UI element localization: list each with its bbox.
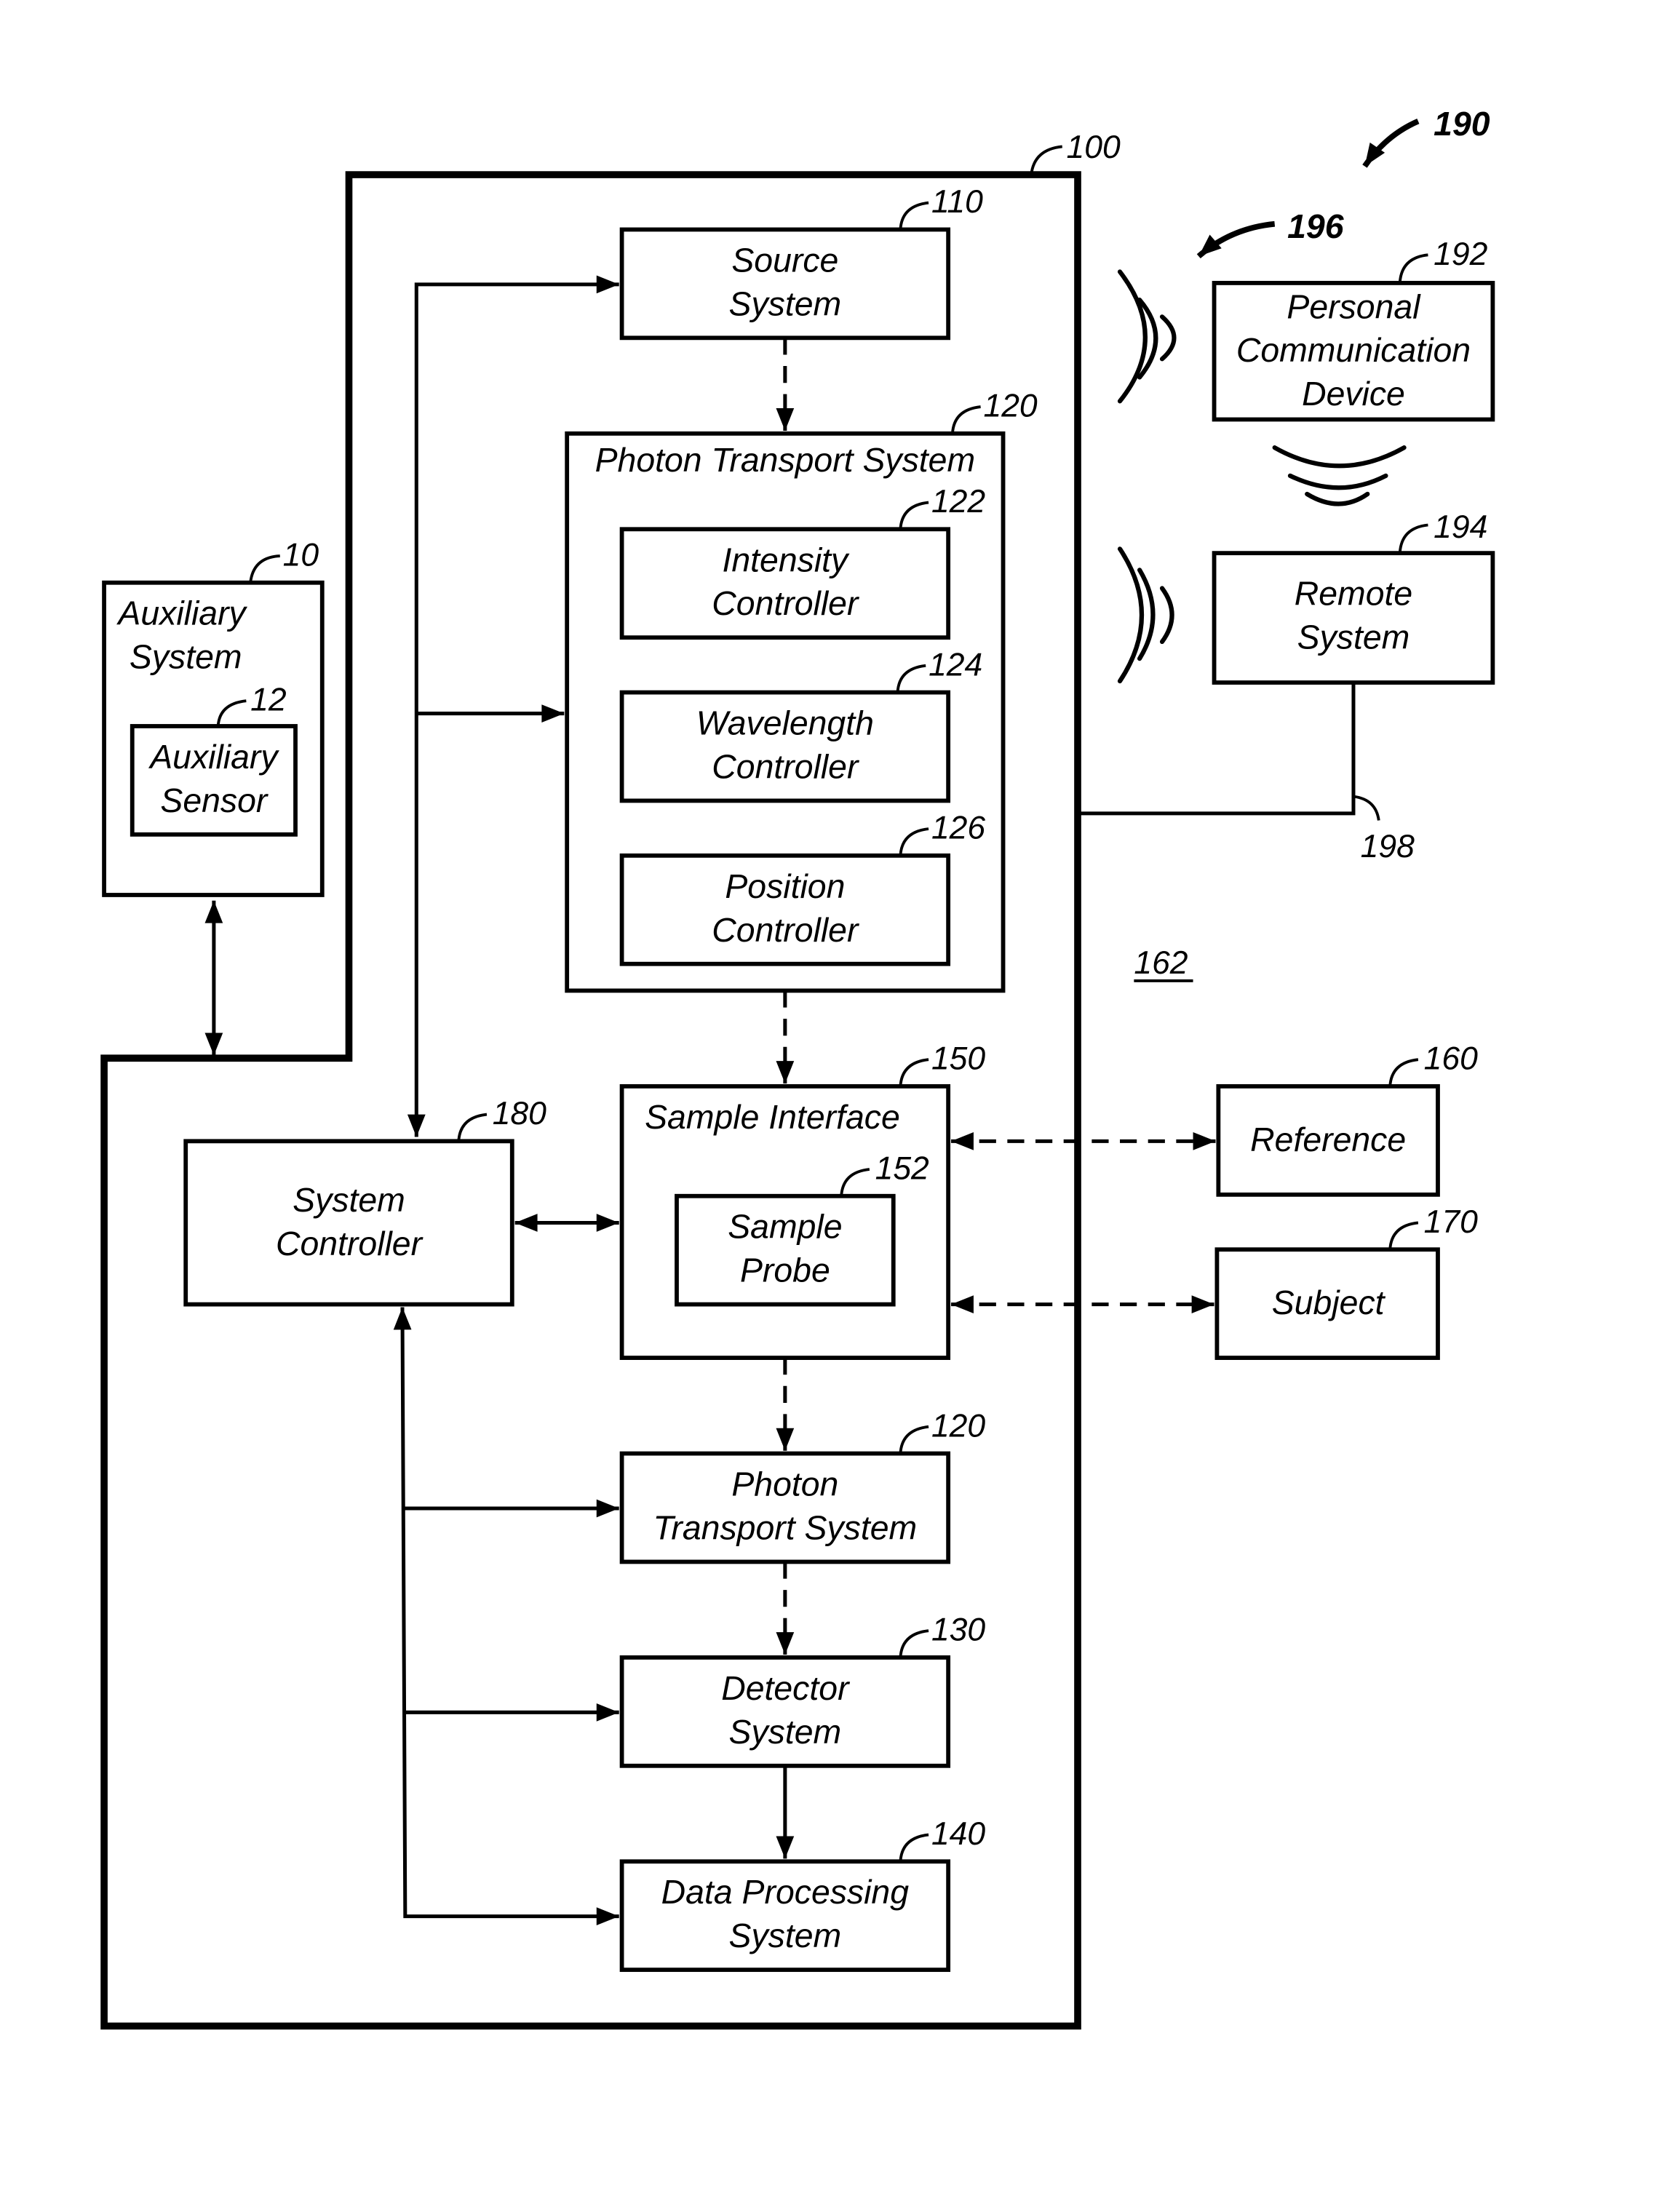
ref-124: 124	[929, 647, 982, 683]
personal-communication-device-label-3: Device	[1302, 375, 1405, 413]
data-processing-system-label: Data Processing	[661, 1873, 910, 1911]
intensity-controller-label-2: Controller	[712, 584, 860, 622]
ref-152: 152	[875, 1151, 929, 1187]
patent-figure: 100 Auxiliary System 10 Auxiliary Sensor…	[100, 105, 1495, 2030]
ref-196-arrow	[1196, 220, 1276, 259]
control-bus-lower	[393, 1307, 619, 1926]
source-system-label: Source	[731, 241, 838, 279]
position-controller-label-2: Controller	[712, 911, 860, 949]
remote-system-label: Remote	[1295, 575, 1412, 613]
ref-190: 190	[1434, 105, 1490, 143]
ref-162: 162	[1134, 945, 1188, 981]
photon-transport-lower-label-2: Transport System	[653, 1509, 918, 1547]
ref-126: 126	[931, 811, 985, 846]
ref-196: 196	[1287, 207, 1345, 245]
ref-198: 198	[1361, 829, 1415, 864]
source-system-label-2: System	[729, 285, 842, 322]
sample-probe-label: Sample	[728, 1208, 842, 1246]
system-controller-label-2: Controller	[276, 1225, 424, 1262]
ref-110: 110	[931, 184, 983, 220]
position-controller-label: Position	[725, 867, 845, 905]
reference-label: Reference	[1250, 1121, 1406, 1158]
ref-140: 140	[931, 1816, 985, 1852]
wireless-signal-icon-remote	[1117, 546, 1174, 684]
ref-192: 192	[1434, 236, 1487, 272]
ref-120: 120	[983, 389, 1037, 424]
auxiliary-sensor-label-2: Sensor	[160, 781, 269, 819]
ref-194-leader	[1398, 523, 1428, 554]
ref-100: 100	[1067, 130, 1121, 165]
ref-194: 194	[1434, 509, 1487, 545]
auxiliary-system-label-2: System	[130, 638, 242, 676]
wired-link-198	[1078, 683, 1356, 816]
ref-150-leader	[899, 1058, 929, 1087]
ref-170: 170	[1424, 1204, 1478, 1240]
ref-198-leader	[1353, 795, 1380, 821]
ref-120-lower-leader	[899, 1425, 929, 1454]
personal-communication-device-label-2: Communication	[1236, 331, 1471, 369]
ref-110-leader	[899, 201, 929, 230]
ref-180-leader	[457, 1113, 488, 1142]
ref-160-leader	[1388, 1058, 1419, 1087]
ref-160: 160	[1424, 1041, 1478, 1077]
ref-120-lower: 120	[931, 1408, 985, 1444]
auxiliary-system-label: Auxiliary	[116, 594, 247, 632]
ref-170-leader	[1388, 1221, 1419, 1250]
personal-communication-device-label: Personal	[1287, 287, 1421, 325]
sample-probe-label-2: Probe	[740, 1252, 830, 1289]
sample-interface-label: Sample Interface	[645, 1098, 900, 1136]
ref-122: 122	[931, 484, 985, 520]
system-controller-box	[183, 1139, 514, 1307]
intensity-controller-label: Intensity	[722, 541, 850, 578]
ref-190-arrow	[1362, 119, 1420, 168]
ref-192-leader	[1398, 253, 1428, 284]
wireless-signal-icon-pcd-down	[1272, 445, 1407, 506]
wavelength-controller-label: Wavelength	[696, 704, 874, 742]
photon-transport-lower-label: Photon	[731, 1465, 838, 1503]
ref-130-leader	[899, 1629, 929, 1658]
data-processing-system-label-2: System	[729, 1917, 842, 1954]
detector-system-label-2: System	[729, 1713, 842, 1751]
auxiliary-sensor-label: Auxiliary	[148, 738, 279, 776]
ref-100-leader	[1030, 145, 1062, 175]
wireless-signal-icon	[1117, 269, 1177, 404]
subject-label: Subject	[1272, 1284, 1386, 1321]
ref-10: 10	[283, 538, 319, 573]
remote-system-label-2: System	[1297, 618, 1410, 656]
ref-120-leader	[951, 405, 981, 434]
ref-180: 180	[493, 1096, 546, 1131]
detector-system-label: Detector	[721, 1669, 851, 1707]
ref-140-leader	[899, 1833, 929, 1862]
ref-130: 130	[931, 1612, 985, 1648]
wavelength-controller-label-2: Controller	[712, 748, 860, 786]
ref-10-leader	[249, 554, 280, 584]
ref-12: 12	[250, 683, 287, 718]
system-controller-label: System	[293, 1181, 405, 1219]
ref-150: 150	[931, 1041, 985, 1077]
photon-transport-system-label: Photon Transport System	[595, 441, 976, 479]
